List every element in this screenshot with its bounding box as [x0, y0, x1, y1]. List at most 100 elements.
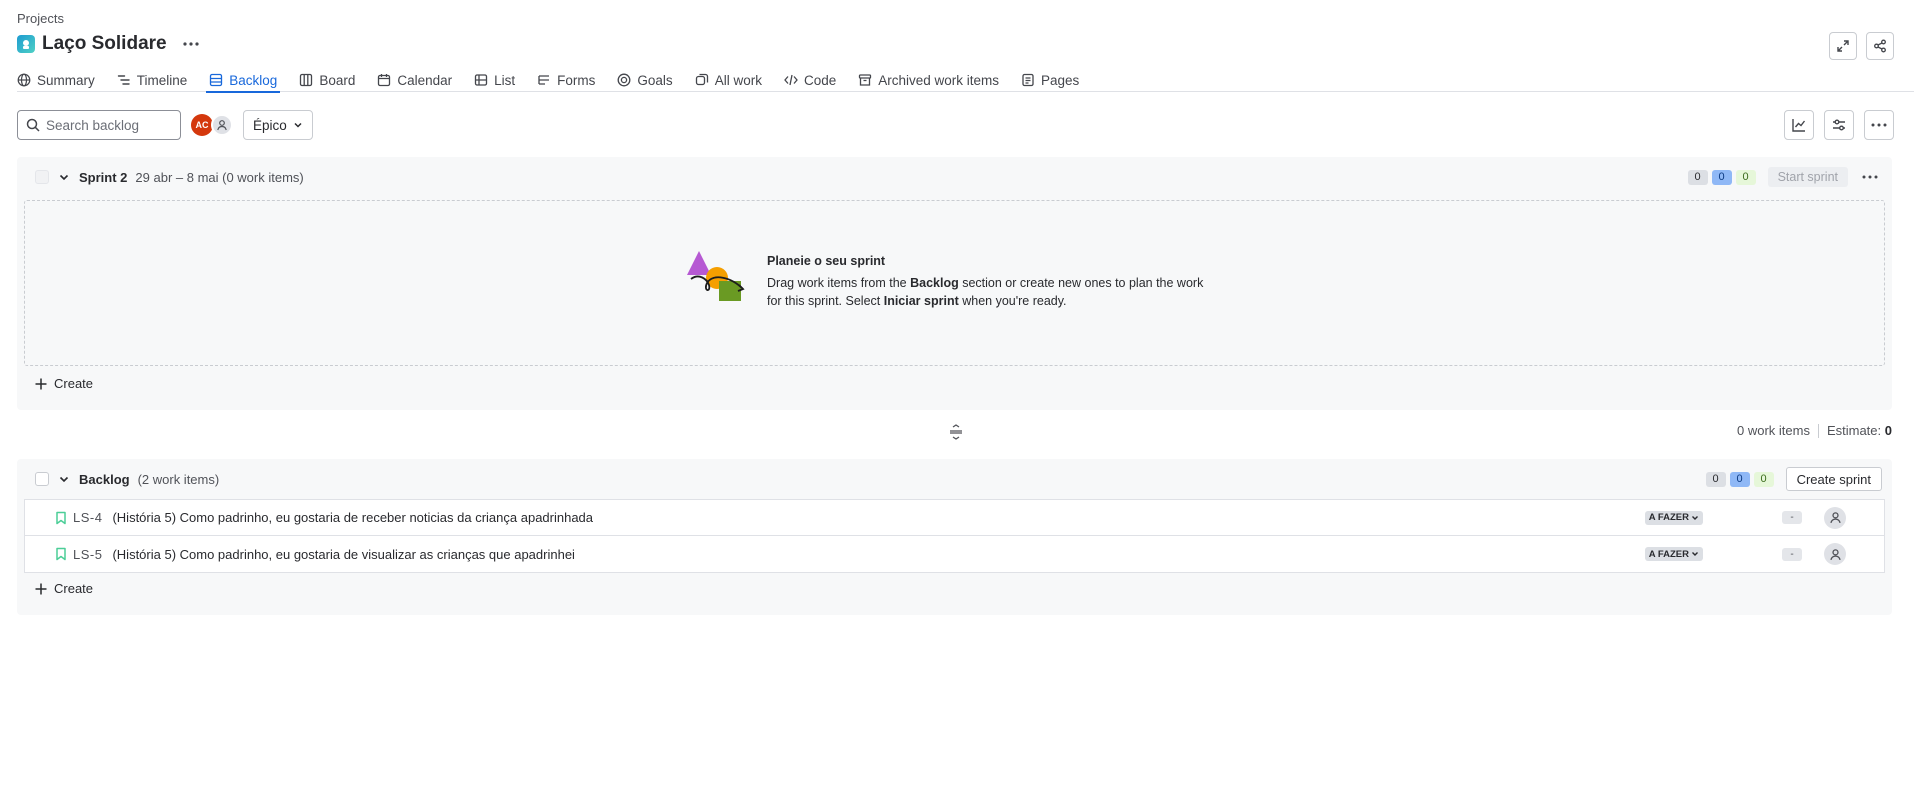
start-sprint-button[interactable]: Start sprint	[1767, 167, 1848, 187]
estimate-summary: Estimate: 0	[1826, 423, 1892, 438]
insights-button[interactable]	[1784, 110, 1814, 140]
todo-count-badge: 0	[1687, 169, 1708, 185]
tab-label: Goals	[637, 72, 673, 88]
drag-handle-icon[interactable]	[949, 424, 963, 440]
tab-timeline[interactable]: Timeline	[117, 64, 188, 92]
divider	[1817, 423, 1819, 438]
breadcrumb[interactable]: Projects	[17, 11, 64, 26]
chevron-down-icon	[1692, 515, 1698, 520]
tab-archived-work-items[interactable]: Archived work items	[858, 64, 999, 92]
unassigned-avatar[interactable]	[211, 114, 233, 136]
share-button[interactable]	[1866, 32, 1894, 60]
forms-icon	[538, 75, 550, 85]
assignee-avatar[interactable]	[1824, 543, 1846, 565]
in-progress-count-badge: 0	[1729, 471, 1750, 487]
tab-label: Summary	[37, 72, 95, 88]
status-dropdown[interactable]: A FAZER	[1644, 510, 1703, 525]
code-icon	[784, 74, 798, 86]
tab-label: Archived work items	[878, 72, 1000, 88]
person-icon	[1829, 548, 1841, 560]
tab-pages[interactable]: Pages	[1021, 64, 1079, 92]
chevron-down-icon	[59, 476, 69, 483]
backlog-section: Backlog (2 work items) 0 0 0 Create spri…	[17, 459, 1892, 615]
create-sprint-button[interactable]: Create sprint	[1785, 467, 1882, 491]
sprint-checkbox	[35, 170, 49, 184]
tab-goals[interactable]: Goals	[617, 64, 673, 92]
tab-board[interactable]: Board	[299, 64, 355, 92]
chevron-down-icon	[294, 122, 302, 128]
chevron-down-icon	[59, 174, 69, 181]
tab-list[interactable]: List	[474, 64, 515, 92]
more-icon	[1862, 175, 1878, 179]
backlog-create-button[interactable]: Create	[34, 581, 93, 596]
estimate-badge[interactable]: -	[1782, 547, 1802, 561]
plus-icon	[35, 378, 47, 389]
list-item[interactable]: LS-4 (História 5) Como padrinho, eu gost…	[25, 500, 1884, 536]
archive-icon	[859, 74, 872, 86]
tab-label: Forms	[557, 72, 596, 88]
tab-label: Pages	[1041, 72, 1080, 88]
epic-filter-label: Épico	[253, 117, 287, 133]
page-title: Laço Solidare	[42, 33, 167, 54]
tab-summary[interactable]: Summary	[17, 64, 95, 92]
chevron-down-icon	[1692, 552, 1698, 556]
tab-code[interactable]: Code	[784, 64, 836, 92]
more-icon	[1871, 123, 1887, 127]
sprint-more-button[interactable]	[1858, 165, 1882, 189]
project-avatar-icon	[17, 35, 35, 53]
empty-state-title: Planeie o seu sprint	[767, 254, 886, 268]
sprint-section: Sprint 2 29 abr – 8 mai (0 work items) 0…	[17, 157, 1892, 410]
person-icon	[1829, 512, 1841, 524]
sprint-create-button[interactable]: Create	[34, 376, 93, 391]
tab-forms[interactable]: Forms	[537, 64, 595, 92]
tab-backlog[interactable]: Backlog	[206, 64, 281, 93]
empty-state-description: Drag work items from the Backlog section…	[767, 276, 1204, 308]
avatar[interactable]: AC	[191, 114, 213, 136]
sprint-dates: 29 abr – 8 mai (0 work items)	[135, 169, 304, 185]
list-item[interactable]: LS-5 (História 5) Como padrinho, eu gost…	[25, 536, 1884, 572]
search-input[interactable]: Search backlog	[17, 110, 181, 140]
tab-all-work[interactable]: All work	[695, 64, 762, 92]
item-key[interactable]: LS-4	[73, 510, 102, 525]
sprint-collapse-toggle[interactable]	[57, 170, 71, 184]
header-actions	[1829, 32, 1894, 60]
sprint-name[interactable]: Sprint 2	[79, 170, 127, 185]
status-dropdown[interactable]: A FAZER	[1644, 547, 1703, 561]
epic-filter-dropdown[interactable]: Épico	[243, 110, 313, 140]
tab-label: Timeline	[136, 72, 188, 88]
backlog-checkbox[interactable]	[35, 472, 49, 486]
search-placeholder: Search backlog	[46, 117, 140, 133]
person-icon	[217, 120, 227, 131]
create-label: Create	[54, 376, 94, 391]
project-more-button[interactable]	[178, 32, 204, 56]
backlog-actions: 0 0 0 Create sprint	[1705, 459, 1882, 499]
backlog-collapse-toggle[interactable]	[57, 472, 71, 486]
item-key[interactable]: LS-5	[73, 547, 102, 562]
sprint-summary: 0 work items Estimate: 0	[1737, 423, 1892, 438]
tab-label: Backlog	[229, 72, 278, 88]
backlog-icon	[210, 73, 223, 87]
status-label: A FAZER	[1648, 512, 1689, 523]
assignee-avatar[interactable]	[1824, 506, 1846, 529]
backlog-toolbar: Search backlog AC Épico	[17, 110, 313, 140]
item-summary[interactable]: (História 5) Como padrinho, eu gostaria …	[112, 547, 574, 562]
fullscreen-button[interactable]	[1829, 32, 1857, 60]
story-icon	[56, 547, 66, 561]
calendar-icon	[378, 74, 391, 87]
done-count-badge: 0	[1735, 169, 1756, 185]
share-icon	[1874, 39, 1886, 53]
backlog-item-count: (2 work items)	[137, 471, 220, 487]
sprint-actions: 0 0 0 Start sprint	[1687, 157, 1882, 197]
all-work-icon	[695, 73, 708, 86]
item-summary[interactable]: (História 5) Como padrinho, eu gostaria …	[112, 510, 593, 525]
expand-icon	[1837, 40, 1849, 52]
tab-calendar[interactable]: Calendar	[377, 64, 452, 92]
in-progress-count-badge: 0	[1711, 169, 1732, 185]
estimate-badge[interactable]: -	[1782, 511, 1802, 524]
tab-label: Calendar	[397, 72, 453, 88]
board-icon	[300, 73, 313, 87]
tab-label: List	[494, 72, 516, 88]
chart-icon	[1792, 119, 1806, 132]
view-settings-button[interactable]	[1824, 110, 1854, 140]
more-actions-button[interactable]	[1864, 110, 1894, 140]
